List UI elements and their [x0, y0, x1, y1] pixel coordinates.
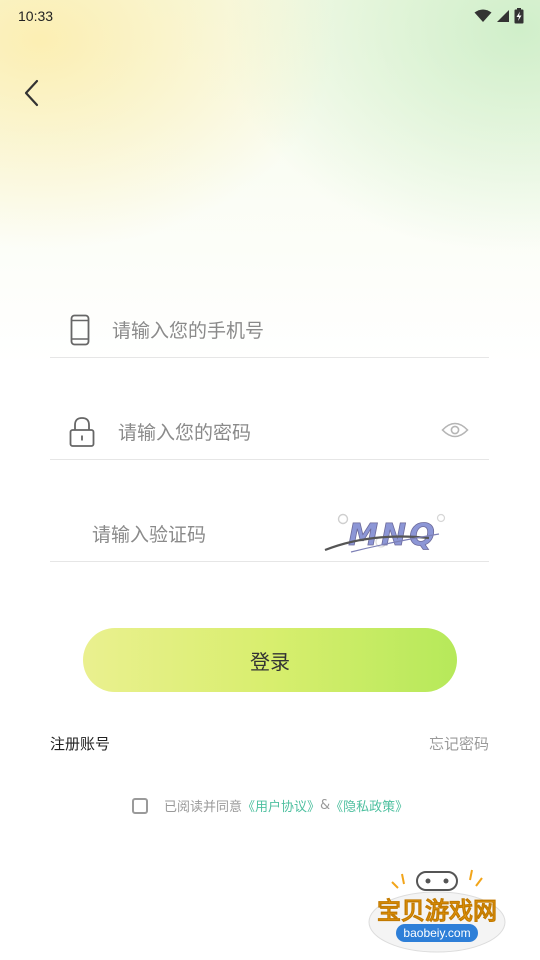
agreement-prefix: 已阅读并同意 — [164, 800, 243, 815]
battery-charging-icon — [514, 8, 524, 24]
agreement-row: 已阅读并同意 《用户协议》 & 《隐私政策》 — [132, 796, 408, 815]
captcha-image[interactable]: MNQ — [321, 512, 467, 556]
status-icons — [474, 8, 524, 24]
captcha-field-row: MNQ — [50, 506, 489, 563]
phone-field-row — [50, 302, 489, 359]
captcha-text: MNQ — [348, 518, 437, 553]
lock-icon — [69, 416, 95, 447]
status-bar: 10:33 — [0, 0, 540, 32]
back-button[interactable] — [14, 74, 48, 112]
wifi-icon — [474, 9, 492, 22]
toggle-password-visibility[interactable] — [441, 421, 469, 443]
forgot-password-link[interactable]: 忘记密码 — [429, 733, 489, 754]
background-gradient — [0, 0, 540, 960]
password-input[interactable] — [116, 404, 420, 461]
captcha-input[interactable] — [90, 506, 314, 563]
agreement-and: & — [320, 798, 331, 813]
captcha-graphic: MNQ — [324, 513, 446, 553]
phone-icon — [70, 314, 90, 345]
user-agreement-link[interactable]: 《用户协议》 — [242, 796, 320, 815]
password-field-row — [50, 404, 489, 461]
watermark-domain: baobeiy.com — [403, 926, 470, 940]
watermark-logo: 宝贝游戏网 baobeiy.com — [362, 864, 512, 954]
chevron-left-icon — [24, 79, 39, 107]
agreement-checkbox[interactable] — [132, 797, 148, 814]
eye-icon — [441, 422, 469, 437]
login-button[interactable]: 登录 — [83, 628, 457, 692]
watermark-brand: 宝贝游戏网 — [377, 897, 497, 925]
register-link[interactable]: 注册账号 — [50, 733, 110, 754]
phone-input[interactable] — [110, 302, 474, 359]
status-time: 10:33 — [18, 8, 54, 24]
cellular-signal-icon — [497, 10, 509, 22]
gamepad-icon — [416, 871, 458, 891]
watermark-graphic: 宝贝游戏网 baobeiy.com — [368, 869, 506, 953]
privacy-policy-link[interactable]: 《隐私政策》 — [330, 796, 408, 815]
